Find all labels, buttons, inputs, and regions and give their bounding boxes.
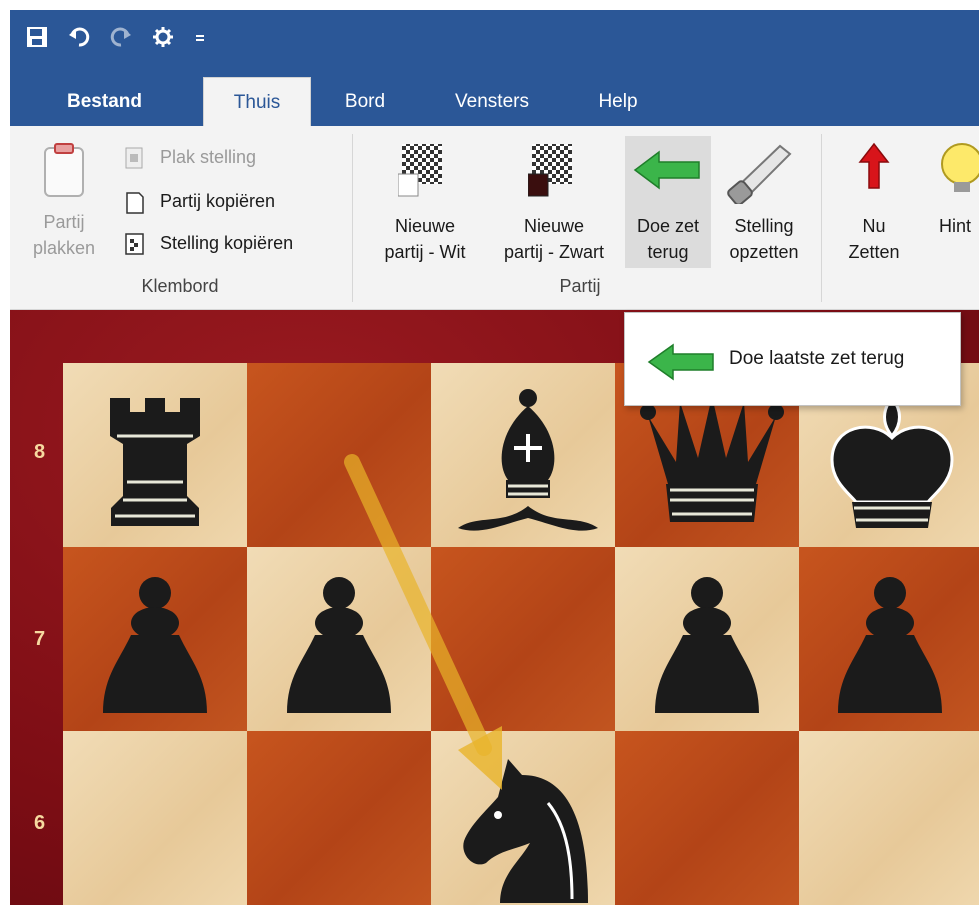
hint-label: Hint — [939, 216, 972, 236]
tooltip: Doe laatste zet terug — [624, 312, 961, 406]
new-game-white-label-1: Nieuwe — [394, 216, 456, 236]
black-pawn-piece[interactable] — [259, 565, 419, 725]
setup-position-label-1: Stelling — [734, 216, 794, 236]
rank-label-6: 6 — [34, 812, 46, 834]
black-rook-piece[interactable] — [75, 378, 235, 538]
tab-bord[interactable]: Bord — [325, 77, 405, 126]
black-knight-piece[interactable] — [448, 745, 608, 905]
customize-icon[interactable] — [194, 26, 206, 52]
paste-position-icon — [125, 147, 143, 169]
redo-icon[interactable] — [110, 26, 132, 52]
square-d6[interactable] — [615, 731, 799, 905]
move-now-label-2: Zetten — [848, 242, 900, 262]
black-bishop-piece[interactable] — [448, 378, 608, 538]
undo-icon[interactable] — [68, 26, 90, 52]
paste-position-label: Plak stelling — [160, 147, 257, 167]
clipboard-icon — [44, 143, 84, 197]
tab-vensters[interactable]: Vensters — [437, 77, 547, 126]
new-game-black-label-2: partij - Zwart — [503, 242, 604, 262]
black-pawn-piece[interactable] — [75, 565, 235, 725]
tab-thuis[interactable]: Thuis — [203, 77, 311, 126]
black-pawn-piece[interactable] — [627, 565, 787, 725]
undo-move-label-2: terug — [647, 242, 689, 262]
lightbulb-icon — [941, 143, 979, 192]
group-separator — [821, 134, 822, 302]
paste-game-label-1: Partij — [43, 212, 85, 232]
tab-help[interactable]: Help — [581, 77, 655, 126]
back-arrow-icon — [633, 150, 700, 190]
black-pawn-piece[interactable] — [810, 565, 970, 725]
group-label-klembord: Klembord — [141, 276, 219, 296]
tab-bestand[interactable]: Bestand — [42, 77, 167, 126]
save-icon[interactable] — [26, 26, 48, 52]
square-b6[interactable] — [247, 731, 431, 905]
group-separator — [352, 134, 353, 302]
square-c7[interactable] — [431, 547, 615, 731]
red-arrow-up-icon — [858, 142, 890, 189]
setup-position-label-2: opzetten — [729, 242, 799, 262]
new-game-white-label-2: partij - Wit — [384, 242, 466, 262]
new-game-black-label-1: Nieuwe — [523, 216, 585, 236]
copy-game-icon — [126, 192, 144, 214]
square-e6[interactable] — [799, 731, 979, 905]
copy-game-label: Partij kopiëren — [160, 191, 276, 211]
new-game-white-icon — [398, 144, 442, 197]
engine-icon[interactable] — [152, 26, 174, 52]
square-a6[interactable] — [63, 731, 247, 905]
copy-position-icon — [125, 233, 144, 255]
group-label-partij: Partij — [559, 276, 601, 296]
paste-game-label-2: plakken — [32, 238, 96, 258]
tooltip-text: Doe laatste zet terug — [729, 348, 905, 369]
rank-label-7: 7 — [34, 628, 46, 650]
new-game-black-icon — [528, 144, 572, 197]
saw-icon — [727, 144, 792, 204]
copy-position-label: Stelling kopiëren — [160, 233, 294, 253]
quick-access-toolbar — [26, 22, 206, 56]
rank-label-8: 8 — [34, 441, 46, 463]
move-now-label-1: Nu — [862, 216, 886, 236]
square-b8[interactable] — [247, 363, 431, 547]
undo-move-label-1: Doe zet — [636, 216, 700, 236]
back-arrow-icon — [647, 343, 714, 381]
